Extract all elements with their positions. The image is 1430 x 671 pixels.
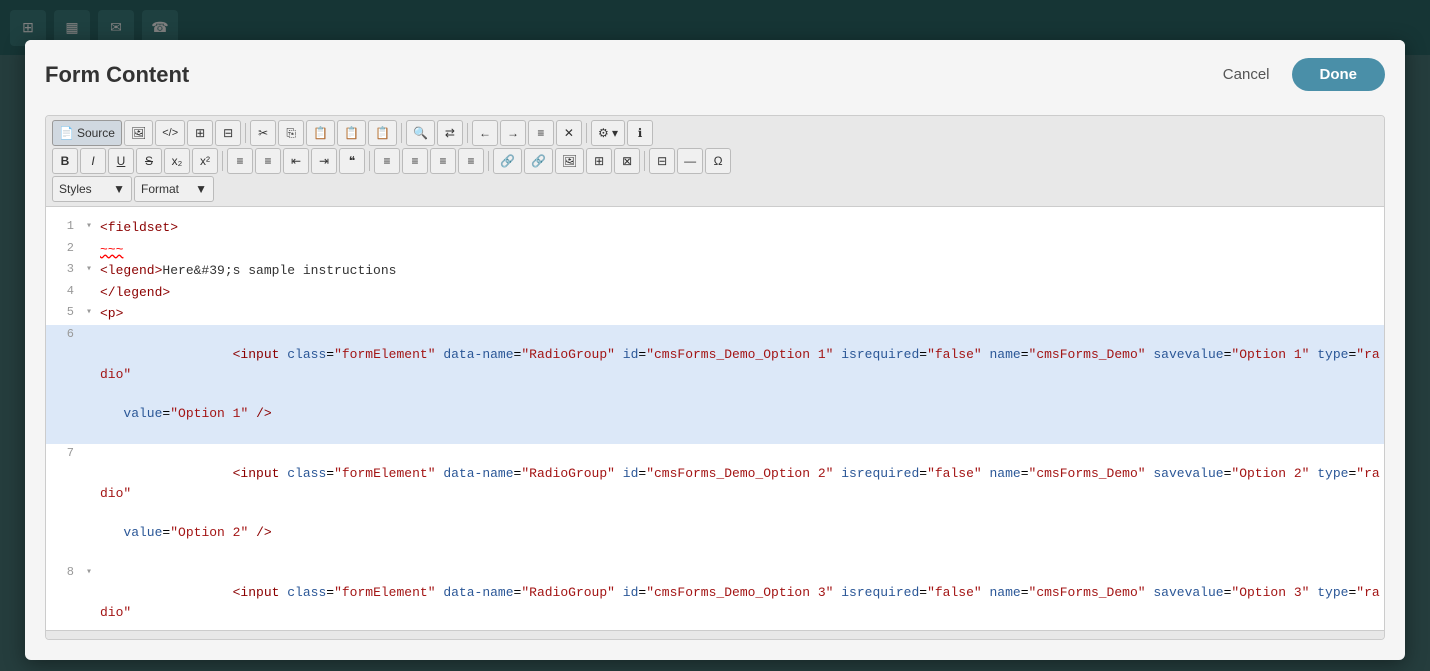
find-button[interactable]: 🔍 [406, 120, 435, 146]
code-line-6: 6 <input class="formElement" data-name="… [46, 325, 1384, 444]
sep5 [222, 151, 223, 171]
settings-button[interactable]: ⚙ ▾ [591, 120, 625, 146]
replace-button[interactable]: ⇄ [437, 120, 463, 146]
cancel-button[interactable]: Cancel [1211, 60, 1282, 89]
align-button[interactable]: ≡ [528, 120, 554, 146]
styles-dropdown[interactable]: Styles ▼ [52, 176, 132, 202]
col2-button[interactable]: ⊟ [215, 120, 241, 146]
styles-label: Styles [59, 182, 92, 196]
modal-title: Form Content [45, 62, 189, 88]
bold-button[interactable]: B [52, 148, 78, 174]
unlink-button[interactable]: 🔗 [524, 148, 553, 174]
editor-container: 📄 Source 🖼 </> ⊞ ⊟ ✂ ⎘ 📋 📋 📋 [45, 115, 1385, 640]
source-icon: 📄 [59, 126, 74, 140]
sep6 [369, 151, 370, 171]
done-button[interactable]: Done [1292, 58, 1386, 91]
quote-button[interactable]: ❝ [339, 148, 365, 174]
modal-actions: Cancel Done [1211, 58, 1385, 91]
format-arrow: ▼ [195, 182, 207, 196]
undo-button[interactable]: ← [472, 120, 498, 146]
indent-button[interactable]: ⇥ [311, 148, 337, 174]
source-button[interactable]: 📄 Source [52, 120, 122, 146]
code-line-7: 7 <input class="formElement" data-name="… [46, 444, 1384, 563]
ul-button[interactable]: ≡ [255, 148, 281, 174]
format-dropdown[interactable]: Format ▼ [134, 176, 214, 202]
sep3 [467, 123, 468, 143]
subscript-button[interactable]: x₂ [164, 148, 190, 174]
editor-bottom-bar [46, 630, 1384, 639]
code-editor-area[interactable]: 1 ▾ <fieldset> 2 ~~~ 3 ▾ <legend>He [46, 207, 1384, 630]
cut-button[interactable]: ✂ [250, 120, 276, 146]
code-line-3: 3 ▾ <legend>Here&#39;s sample instructio… [46, 260, 1384, 282]
format-label: Format [141, 182, 179, 196]
col1-button[interactable]: ⊞ [187, 120, 213, 146]
table-insert-button[interactable]: ⊠ [614, 148, 640, 174]
insert-image-button[interactable]: 🖼 [555, 148, 584, 174]
image-button[interactable]: 🖼 [124, 120, 153, 146]
code-button[interactable]: </> [155, 120, 185, 146]
copy-button[interactable]: ⎘ [278, 120, 304, 146]
strikethrough-button[interactable]: S [136, 148, 162, 174]
modal-body: 📄 Source 🖼 </> ⊞ ⊟ ✂ ⎘ 📋 📋 📋 [25, 105, 1405, 660]
sep7 [488, 151, 489, 171]
code-line-1: 1 ▾ <fieldset> [46, 217, 1384, 239]
paste2-button[interactable]: 📋 [337, 120, 366, 146]
code-line-8: 8 ▾ <input class="formElement" data-name… [46, 563, 1384, 630]
toolbar-row-3: Styles ▼ Format ▼ [52, 176, 1378, 202]
paste1-button[interactable]: 📋 [306, 120, 335, 146]
code-line-5: 5 ▾ <p> [46, 303, 1384, 325]
ol-button[interactable]: ≡ [227, 148, 253, 174]
hr-button[interactable]: — [677, 148, 703, 174]
redo-button[interactable]: → [500, 120, 526, 146]
paste3-button[interactable]: 📋 [368, 120, 397, 146]
align-left-button[interactable]: ≡ [374, 148, 400, 174]
toolbar-row-1: 📄 Source 🖼 </> ⊞ ⊟ ✂ ⎘ 📋 📋 📋 [52, 120, 1378, 146]
underline-button[interactable]: U [108, 148, 134, 174]
code-line-4: 4 </legend> [46, 282, 1384, 304]
sep1 [245, 123, 246, 143]
table-props-button[interactable]: ⊟ [649, 148, 675, 174]
sep8 [644, 151, 645, 171]
outdent-button[interactable]: ⇤ [283, 148, 309, 174]
editor-toolbar: 📄 Source 🖼 </> ⊞ ⊟ ✂ ⎘ 📋 📋 📋 [46, 116, 1384, 207]
align-justify-button[interactable]: ≡ [458, 148, 484, 174]
sep4 [586, 123, 587, 143]
link-button[interactable]: 🔗 [493, 148, 522, 174]
special-char-button[interactable]: Ω [705, 148, 731, 174]
info-button[interactable]: ℹ [627, 120, 653, 146]
remove-button[interactable]: ✕ [556, 120, 582, 146]
italic-button[interactable]: I [80, 148, 106, 174]
sep2 [401, 123, 402, 143]
align-right-button[interactable]: ≡ [430, 148, 456, 174]
widget-button[interactable]: ⊞ [586, 148, 612, 174]
modal-header: Form Content Cancel Done [25, 40, 1405, 105]
toolbar-row-2: B I U S x₂ x² ≡ ≡ ⇤ ⇥ ❝ ≡ ≡ [52, 148, 1378, 174]
superscript-button[interactable]: x² [192, 148, 218, 174]
modal-overlay: Form Content Cancel Done 📄 Source [0, 0, 1430, 671]
styles-arrow: ▼ [113, 182, 125, 196]
align-center-button[interactable]: ≡ [402, 148, 428, 174]
form-content-modal: Form Content Cancel Done 📄 Source [25, 40, 1405, 660]
code-line-2: 2 ~~~ [46, 239, 1384, 261]
